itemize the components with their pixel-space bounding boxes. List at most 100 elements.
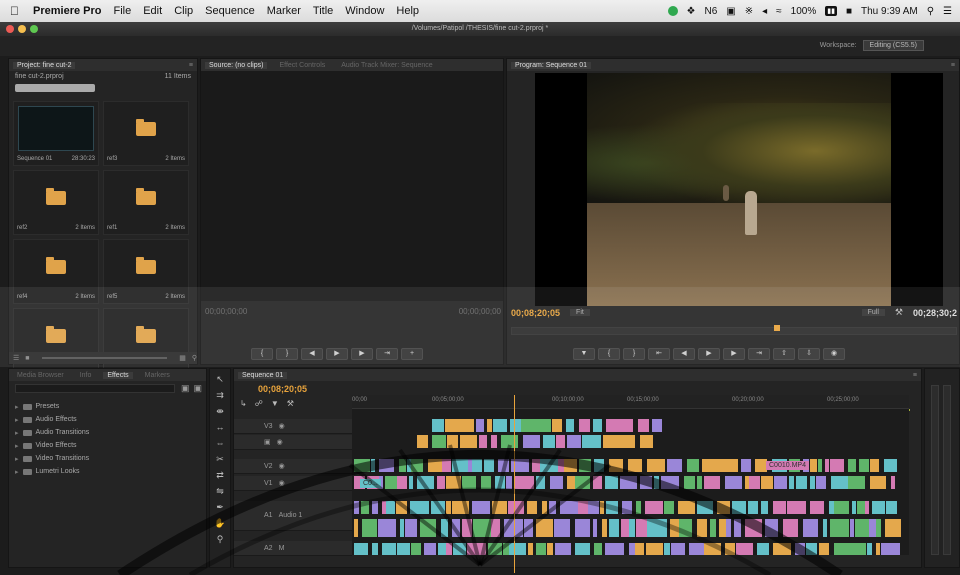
tab-program[interactable]: Program: Sequence 01 bbox=[511, 61, 591, 69]
list-view-icon[interactable]: ☰ bbox=[13, 354, 19, 362]
linked-selection-icon[interactable]: ☍ bbox=[255, 399, 263, 408]
panel-menu-icon[interactable]: ≡ bbox=[913, 372, 917, 379]
effects-folder-presets[interactable]: ▸ Presets bbox=[15, 400, 200, 413]
timeline-clip[interactable] bbox=[621, 519, 629, 537]
timeline-clip[interactable] bbox=[609, 519, 619, 537]
timeline-clip[interactable] bbox=[876, 519, 881, 537]
timeline-clip[interactable] bbox=[437, 476, 445, 489]
timeline-clip[interactable] bbox=[876, 543, 880, 555]
tab-audio-mixer[interactable]: Audio Track Mixer: Sequence bbox=[337, 62, 436, 69]
effects-folder-lumetri-looks[interactable]: ▸ Lumetri Looks bbox=[15, 465, 200, 478]
timeline-clip[interactable] bbox=[645, 501, 663, 514]
timeline-clip[interactable] bbox=[849, 543, 866, 555]
zoom-tool-icon[interactable]: ⚲ bbox=[214, 533, 226, 545]
app-menu[interactable]: Premiere Pro bbox=[33, 5, 101, 17]
track-header-v1[interactable]: V1 ◉ bbox=[234, 476, 352, 491]
bin-folder[interactable]: ref5 2 Items bbox=[103, 239, 189, 304]
timeline-clip[interactable] bbox=[651, 419, 662, 432]
eye-icon[interactable]: ◉ bbox=[279, 422, 285, 430]
timeline-clip[interactable] bbox=[859, 459, 869, 472]
timeline-clip[interactable] bbox=[783, 519, 798, 537]
timeline-clip[interactable] bbox=[600, 501, 604, 514]
timeline-clip[interactable] bbox=[417, 435, 425, 448]
timeline-clip[interactable] bbox=[816, 476, 826, 489]
timeline-clip[interactable] bbox=[467, 543, 486, 555]
chat-status-icon[interactable] bbox=[667, 6, 678, 16]
timeline-clip[interactable] bbox=[472, 459, 482, 472]
clock[interactable]: Thu 9:39 AM bbox=[861, 6, 918, 17]
timeline-clip[interactable] bbox=[509, 419, 521, 432]
timeline-clip[interactable] bbox=[452, 459, 468, 472]
timeline-clip[interactable] bbox=[492, 419, 507, 432]
timeline-clip[interactable] bbox=[588, 501, 599, 514]
menu-title[interactable]: Title bbox=[313, 5, 333, 17]
timeline-clip[interactable] bbox=[636, 501, 641, 514]
timeline-clip[interactable] bbox=[647, 459, 665, 472]
zoom-slider[interactable] bbox=[41, 357, 168, 359]
timeline-clip[interactable] bbox=[436, 501, 445, 514]
timeline-clip[interactable] bbox=[447, 435, 459, 448]
timeline-clip[interactable] bbox=[540, 459, 558, 472]
timeline-clip[interactable] bbox=[732, 501, 746, 514]
slip-tool-icon[interactable]: ⇄ bbox=[214, 469, 226, 481]
timeline-clip[interactable] bbox=[554, 519, 570, 537]
effects-folder-video-transitions[interactable]: ▸ Video Transitions bbox=[15, 452, 200, 465]
timeline-clip[interactable] bbox=[453, 543, 466, 555]
timeline-clip[interactable] bbox=[620, 476, 637, 489]
menu-file[interactable]: File bbox=[113, 5, 131, 17]
program-scrubber[interactable] bbox=[511, 325, 957, 335]
zoom-window-button[interactable] bbox=[30, 25, 38, 33]
bluetooth-icon[interactable]: ※ bbox=[745, 6, 753, 17]
go-to-out-button[interactable]: ⇥ bbox=[748, 348, 770, 360]
timeline-clip[interactable] bbox=[354, 543, 368, 555]
timeline-clip[interactable] bbox=[848, 459, 856, 472]
timeline-clip[interactable] bbox=[378, 519, 396, 537]
timeline-clip[interactable] bbox=[410, 501, 429, 514]
timeline-clip[interactable] bbox=[810, 501, 824, 514]
rate-stretch-tool-icon[interactable]: ⇔ bbox=[214, 437, 226, 449]
timeline-clip[interactable] bbox=[881, 543, 900, 555]
settings-wrench-icon[interactable]: ⚒ bbox=[287, 399, 294, 408]
timeline-clip[interactable] bbox=[362, 519, 377, 537]
timeline-clip[interactable] bbox=[664, 501, 674, 514]
timeline-clip[interactable] bbox=[831, 476, 848, 489]
timeline-clip[interactable] bbox=[515, 476, 534, 489]
timeline-clip[interactable] bbox=[411, 543, 421, 555]
mark-out-button[interactable]: } bbox=[276, 348, 298, 360]
source-monitor[interactable] bbox=[201, 71, 503, 301]
timeline-clip[interactable] bbox=[452, 519, 460, 537]
timeline-clip[interactable] bbox=[508, 501, 524, 514]
timeline-clip[interactable] bbox=[539, 419, 551, 432]
timeline-clip[interactable] bbox=[575, 476, 590, 489]
bin-folder[interactable]: ref2 2 Items bbox=[13, 170, 99, 235]
timeline-clip[interactable] bbox=[605, 543, 624, 555]
timeline-clip[interactable] bbox=[749, 476, 760, 489]
timeline-clip[interactable] bbox=[605, 476, 618, 489]
timeline-clip[interactable] bbox=[592, 419, 602, 432]
razor-tool-icon[interactable]: ✂ bbox=[214, 453, 226, 465]
bin-folder[interactable]: ref4 2 Items bbox=[13, 239, 99, 304]
timeline-clip[interactable] bbox=[575, 543, 590, 555]
track-header-a1[interactable]: A1 Audio 1 bbox=[234, 501, 352, 531]
timeline-clip[interactable] bbox=[697, 476, 702, 489]
apple-icon[interactable]:  bbox=[10, 4, 19, 18]
tab-markers[interactable]: Markers bbox=[141, 372, 174, 379]
timeline-clip[interactable] bbox=[542, 501, 547, 514]
timeline-clip[interactable] bbox=[803, 519, 818, 537]
timeline-clip[interactable] bbox=[774, 476, 787, 489]
timeline-clip[interactable] bbox=[455, 419, 474, 432]
timeline-clip[interactable] bbox=[543, 435, 556, 448]
eye-icon[interactable]: ◉ bbox=[279, 479, 285, 487]
timeline-ruler[interactable]: 00;00 00;05;00;00 00;10;00;00 00;15;00;0… bbox=[352, 395, 909, 409]
effects-folder-video-effects[interactable]: ▸ Video Effects bbox=[15, 439, 200, 452]
bin-sequence-01[interactable]: Sequence 01 28:30:23 bbox=[13, 101, 99, 166]
pen-tool-icon[interactable]: ✒ bbox=[214, 501, 226, 513]
tab-info[interactable]: Info bbox=[76, 372, 96, 379]
timeline-clip[interactable] bbox=[446, 543, 452, 555]
accelerated-icon[interactable]: ▣ bbox=[181, 383, 190, 394]
timeline-clip[interactable] bbox=[872, 501, 885, 514]
step-forward-button[interactable]: ▶ bbox=[351, 348, 373, 360]
ripple-edit-tool-icon[interactable]: ⇼ bbox=[214, 405, 226, 417]
timeline-clip[interactable] bbox=[446, 501, 451, 514]
menu-marker[interactable]: Marker bbox=[267, 5, 301, 17]
